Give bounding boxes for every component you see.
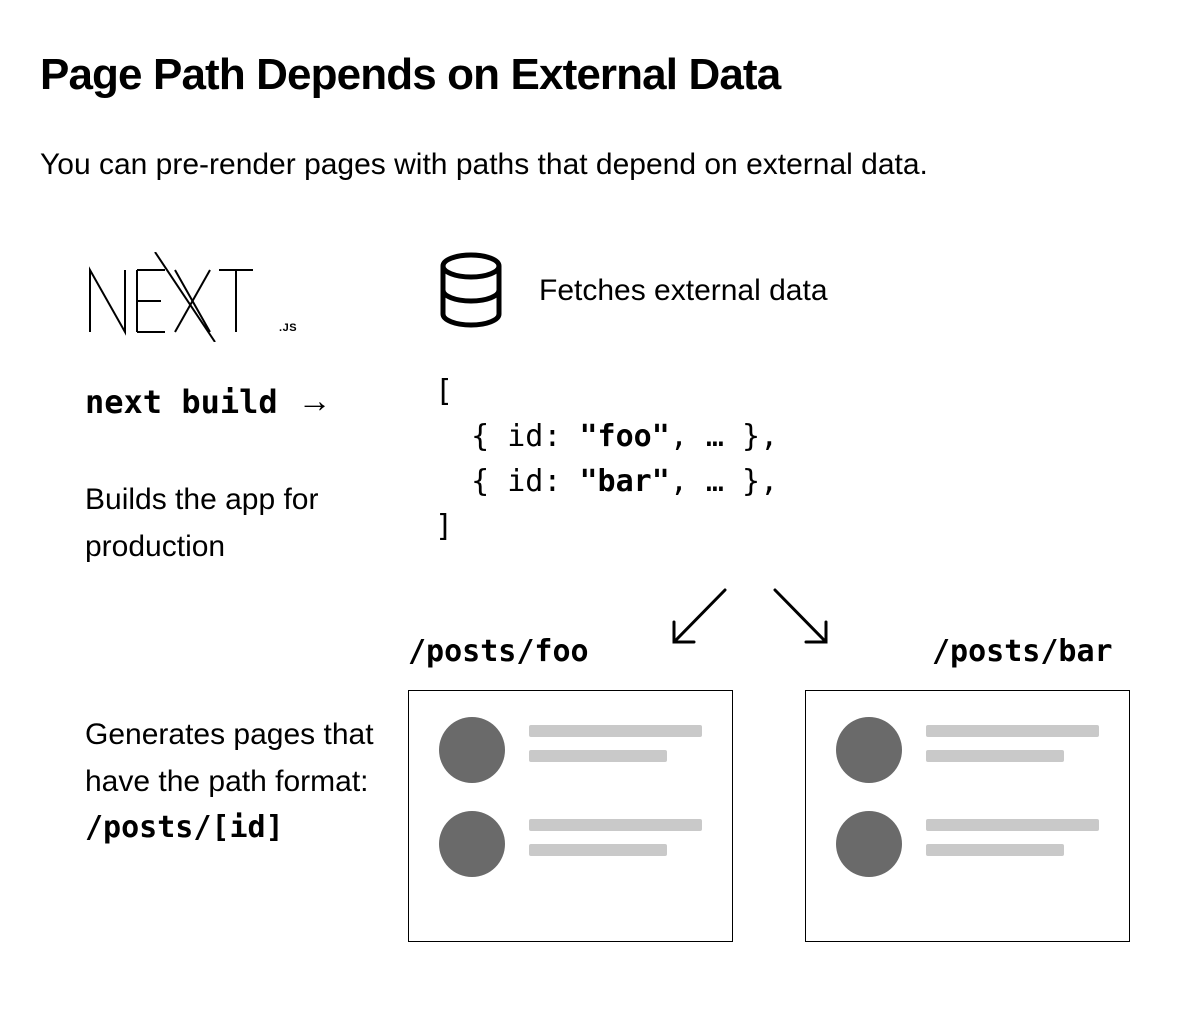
nextjs-logo-icon <box>85 252 275 342</box>
path-bar: /posts/bar <box>932 634 1113 669</box>
text-placeholder <box>529 819 702 869</box>
avatar <box>836 811 902 877</box>
generates-description: Generates pages that have the path forma… <box>85 712 385 852</box>
page-subtitle: You can pre-render pages with paths that… <box>40 148 1160 182</box>
avatar <box>439 811 505 877</box>
list-item <box>439 717 702 783</box>
text-placeholder <box>926 725 1099 775</box>
text-placeholder <box>529 725 702 775</box>
code-item-foo: { id: "foo", … }, <box>435 414 778 459</box>
page-preview-foo <box>408 690 733 942</box>
text-placeholder <box>926 819 1099 869</box>
build-description: Builds the app for production <box>85 477 385 570</box>
generates-text: Generates pages that have the path forma… <box>85 718 374 798</box>
fetch-data-row: Fetches external data <box>435 252 828 330</box>
nextjs-logo-sub: .JS <box>279 322 297 334</box>
data-array-code: [ { id: "foo", … }, { id: "bar", … }, ] <box>435 369 778 549</box>
avatar <box>439 717 505 783</box>
nextjs-logo: .JS <box>85 252 297 342</box>
fetch-data-label: Fetches external data <box>539 274 828 308</box>
code-open: [ <box>435 369 778 414</box>
database-icon <box>435 252 507 330</box>
page-preview-bar <box>805 690 1130 942</box>
path-pattern: /posts/[id] <box>85 810 284 845</box>
list-item <box>836 811 1099 877</box>
list-item <box>439 811 702 877</box>
avatar <box>836 717 902 783</box>
code-close: ] <box>435 504 778 549</box>
split-arrows-icon <box>660 582 840 662</box>
build-command-row: next build → <box>85 382 332 421</box>
code-item-bar: { id: "bar", … }, <box>435 459 778 504</box>
page-title: Page Path Depends on External Data <box>40 50 1160 100</box>
diagram-container: .JS next build → Builds the app for prod… <box>40 252 1160 972</box>
build-command: next build <box>85 383 278 421</box>
list-item <box>836 717 1099 783</box>
arrow-right-icon: → <box>298 382 332 421</box>
path-foo: /posts/foo <box>408 634 589 669</box>
